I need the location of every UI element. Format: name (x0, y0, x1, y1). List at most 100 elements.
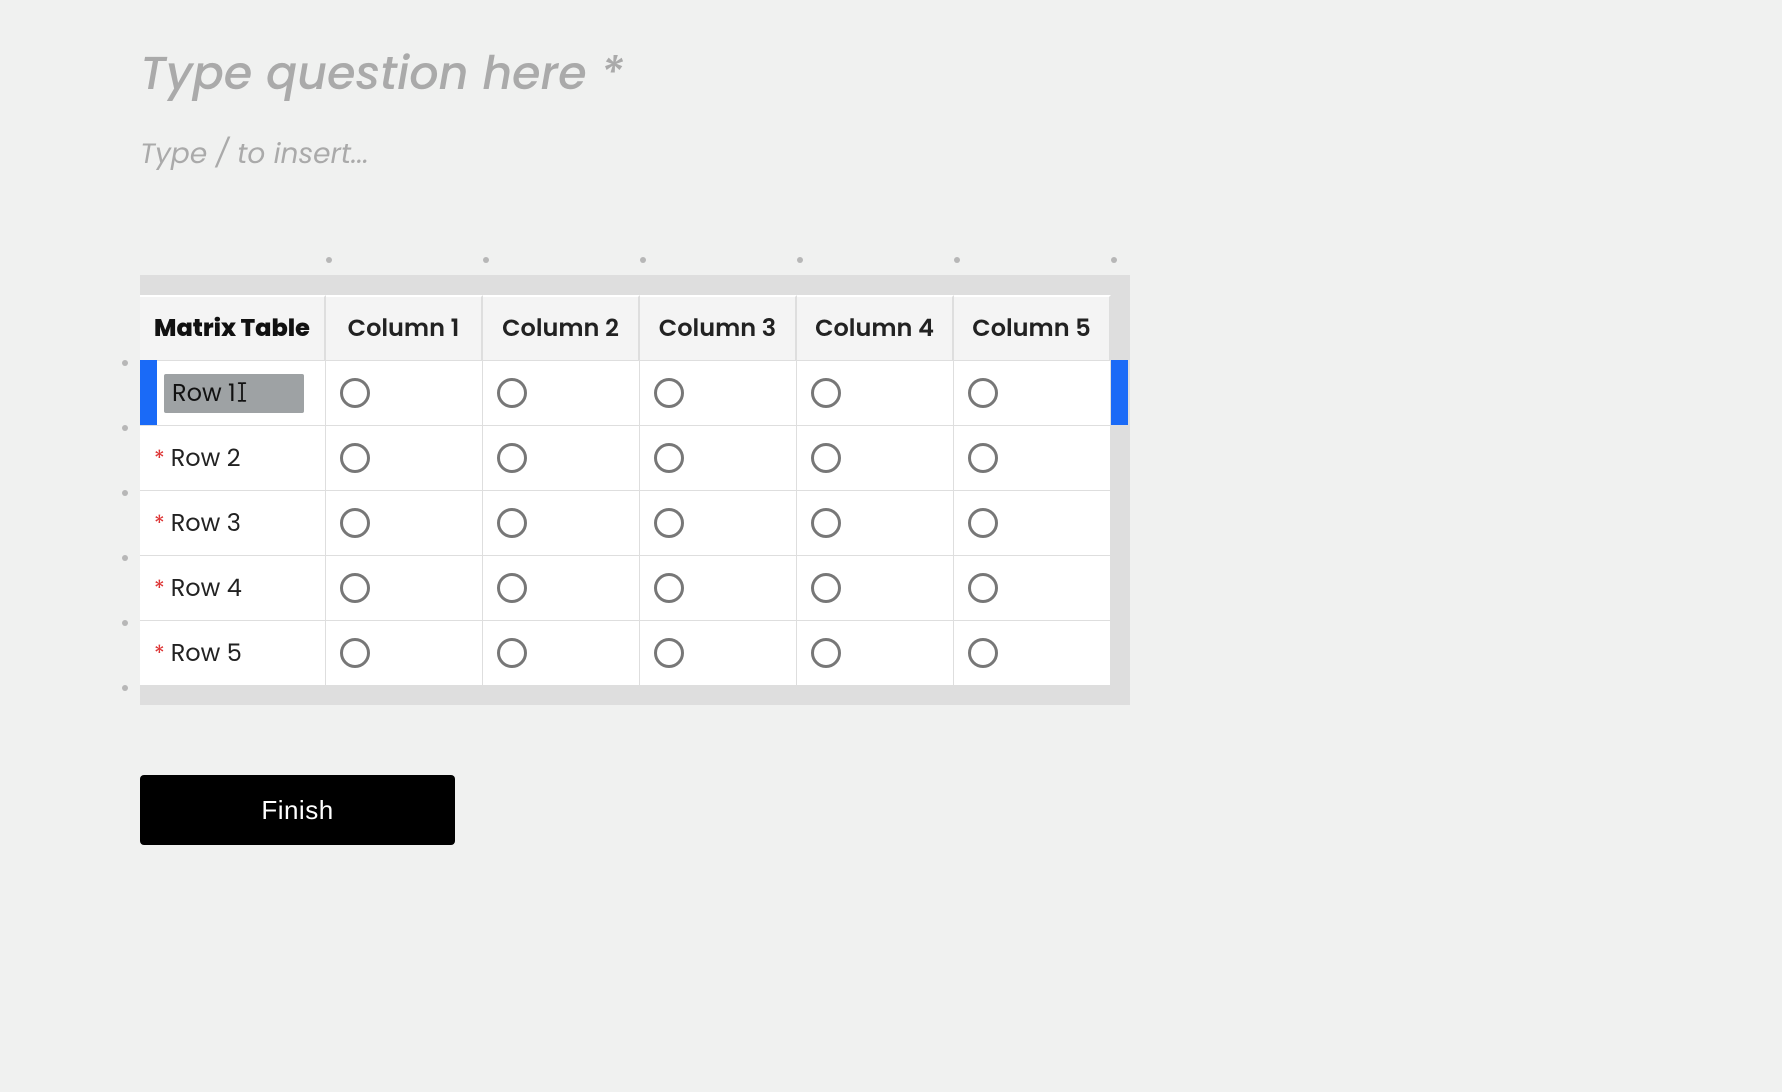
row-label-text: Row 4 (171, 571, 242, 606)
column-handle-dot[interactable] (640, 257, 646, 263)
column-handle-dot[interactable] (326, 257, 332, 263)
radio-icon (968, 508, 998, 538)
radio-icon (654, 378, 684, 408)
column-header[interactable]: Column 1 (326, 295, 483, 360)
row-handle-dot[interactable] (122, 620, 128, 626)
radio-icon (968, 443, 998, 473)
row-drag-handles (122, 275, 138, 705)
radio-cell[interactable] (483, 360, 640, 425)
row-handle-dot[interactable] (122, 360, 128, 366)
grid-padding (640, 685, 797, 705)
row-label-text: Row 5 (171, 636, 242, 671)
radio-cell[interactable] (640, 360, 797, 425)
radio-icon (811, 508, 841, 538)
radio-icon (340, 508, 370, 538)
radio-cell[interactable] (797, 360, 954, 425)
grid-padding (140, 275, 326, 295)
required-asterisk: * (154, 572, 165, 605)
radio-cell[interactable] (326, 425, 483, 490)
radio-icon (654, 638, 684, 668)
question-title-placeholder[interactable]: Type question here * (140, 40, 1642, 109)
radio-cell[interactable] (797, 555, 954, 620)
insert-hint[interactable]: Type / to insert... (140, 133, 1642, 175)
radio-cell[interactable] (954, 620, 1111, 685)
row-label-text: Row 1 (172, 377, 236, 410)
matrix-table: Matrix Table Column 1 Column 2 Column 3 … (140, 275, 1130, 705)
column-header[interactable]: Column 2 (483, 295, 640, 360)
radio-icon (811, 443, 841, 473)
radio-icon (968, 378, 998, 408)
radio-icon (811, 573, 841, 603)
radio-cell[interactable] (640, 555, 797, 620)
row-label[interactable]: * Row 4 (140, 555, 326, 620)
column-handle-dot[interactable] (797, 257, 803, 263)
radio-cell[interactable] (954, 555, 1111, 620)
required-asterisk: * (154, 442, 165, 475)
radio-cell[interactable] (326, 555, 483, 620)
radio-cell[interactable] (640, 620, 797, 685)
radio-cell[interactable] (326, 620, 483, 685)
row-handle-dot[interactable] (122, 685, 128, 691)
radio-cell[interactable] (483, 490, 640, 555)
row-label[interactable]: * Row 3 (140, 490, 326, 555)
radio-icon (340, 638, 370, 668)
grid-padding (326, 275, 483, 295)
row-label[interactable]: * Row 2 (140, 425, 326, 490)
radio-icon (340, 573, 370, 603)
radio-icon (654, 573, 684, 603)
row-handle-dot[interactable] (122, 490, 128, 496)
matrix-corner-label[interactable]: Matrix Table (140, 295, 326, 360)
matrix-table-container: Matrix Table Column 1 Column 2 Column 3 … (140, 275, 1130, 705)
radio-cell[interactable] (954, 360, 1111, 425)
row-label[interactable]: * Row 5 (140, 620, 326, 685)
active-row-marker-right (1111, 360, 1128, 425)
radio-icon (497, 378, 527, 408)
radio-cell[interactable] (640, 490, 797, 555)
row-label-input[interactable]: Row 1 (164, 374, 304, 413)
column-header[interactable]: Column 3 (640, 295, 797, 360)
required-asterisk: * (600, 42, 623, 106)
radio-cell[interactable] (483, 425, 640, 490)
radio-icon (968, 573, 998, 603)
radio-icon (497, 508, 527, 538)
radio-icon (654, 508, 684, 538)
row-label-editing[interactable]: Row 1 (140, 360, 326, 425)
column-header[interactable]: Column 5 (954, 295, 1111, 360)
radio-cell[interactable] (954, 490, 1111, 555)
required-asterisk: * (154, 637, 165, 670)
radio-icon (340, 443, 370, 473)
radio-icon (497, 443, 527, 473)
finish-button[interactable]: Finish (140, 775, 455, 845)
radio-icon (968, 638, 998, 668)
text-cursor-icon (236, 382, 250, 404)
radio-cell[interactable] (483, 555, 640, 620)
row-handle-dot[interactable] (122, 555, 128, 561)
grid-padding (483, 685, 640, 705)
grid-padding (140, 685, 326, 705)
grid-padding (326, 685, 483, 705)
column-handle-dot[interactable] (483, 257, 489, 263)
radio-icon (497, 573, 527, 603)
radio-cell[interactable] (483, 620, 640, 685)
radio-cell[interactable] (797, 620, 954, 685)
column-handle-dot[interactable] (1111, 257, 1117, 263)
grid-padding (954, 275, 1111, 295)
required-asterisk: * (154, 507, 165, 540)
grid-padding (640, 275, 797, 295)
radio-icon (811, 378, 841, 408)
radio-icon (340, 378, 370, 408)
grid-padding (954, 685, 1111, 705)
row-handle-dot[interactable] (122, 425, 128, 431)
radio-icon (811, 638, 841, 668)
radio-icon (497, 638, 527, 668)
radio-icon (654, 443, 684, 473)
column-header[interactable]: Column 4 (797, 295, 954, 360)
radio-cell[interactable] (797, 425, 954, 490)
radio-cell[interactable] (797, 490, 954, 555)
radio-cell[interactable] (326, 490, 483, 555)
radio-cell[interactable] (640, 425, 797, 490)
radio-cell[interactable] (954, 425, 1111, 490)
column-handle-dot[interactable] (954, 257, 960, 263)
radio-cell[interactable] (326, 360, 483, 425)
question-placeholder-text: Type question here (140, 42, 587, 106)
